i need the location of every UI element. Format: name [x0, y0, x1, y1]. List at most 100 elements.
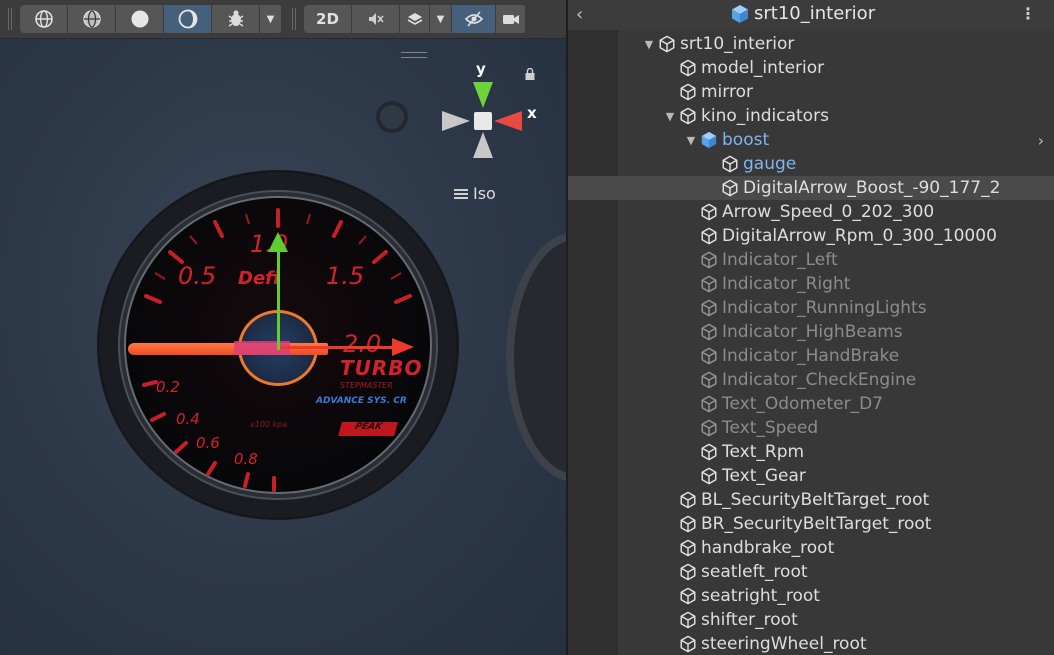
gameobject-cube-icon — [701, 395, 717, 413]
hierarchy-item[interactable]: ▼ kino_indicators — [568, 104, 1054, 128]
hierarchy-item[interactable]: Text_Odometer_D7 — [568, 392, 1054, 416]
gauge-mark-0-5: 0.5 — [178, 262, 217, 290]
hierarchy-item[interactable]: DigitalArrow_Rpm_0_300_10000 — [568, 224, 1054, 248]
hierarchy-item[interactable]: Indicator_Right — [568, 272, 1054, 296]
move-handle-x[interactable] — [280, 346, 398, 349]
prefab-cube-icon — [732, 4, 748, 23]
gameobject-cube-icon — [680, 491, 696, 509]
expand-arrow-icon[interactable]: ▼ — [682, 134, 700, 147]
hamburger-icon — [454, 187, 468, 201]
gizmo-y-label: y — [476, 60, 486, 78]
move-handle-y-arrow[interactable] — [268, 232, 288, 252]
hierarchy-item[interactable]: Indicator_RunningLights — [568, 296, 1054, 320]
hierarchy-item-label: steeringWheel_root — [701, 634, 867, 654]
gameobject-cube-icon — [701, 371, 717, 389]
prefab-breadcrumb-bar: ‹ srt10_interior ⋮ — [568, 0, 1054, 30]
gauge-mark-0-4: 0.4 — [176, 410, 200, 428]
gameobject-cube-icon — [701, 323, 717, 341]
gizmo-center-cube[interactable] — [474, 112, 492, 130]
hierarchy-item-label: srt10_interior — [680, 34, 795, 54]
hierarchy-item-label: shifter_root — [701, 610, 798, 630]
hierarchy-item[interactable]: BL_SecurityBeltTarget_root — [568, 488, 1054, 512]
hierarchy-item[interactable]: handbrake_root — [568, 536, 1054, 560]
hierarchy-item[interactable]: ▼ boost › — [568, 128, 1054, 152]
gauge-line2: ADVANCE SYS. CR — [316, 396, 407, 406]
hierarchy-item[interactable]: ▼ srt10_interior — [568, 32, 1054, 56]
hierarchy-item[interactable]: Indicator_HighBeams — [568, 320, 1054, 344]
gameobject-cube-icon — [701, 419, 717, 437]
hierarchy-item-label: gauge — [743, 154, 797, 174]
gizmo-x-label: x — [527, 104, 537, 122]
hierarchy-item[interactable]: DigitalArrow_Boost_-90_177_2 — [568, 176, 1054, 200]
move-handle-y[interactable] — [277, 236, 280, 350]
gameobject-cube-icon — [680, 83, 696, 101]
hierarchy-item[interactable]: Indicator_Left — [568, 248, 1054, 272]
gameobject-cube-icon — [659, 35, 675, 53]
hierarchy-item[interactable]: seatright_root — [568, 584, 1054, 608]
gauge-unit: x100 kpa — [250, 420, 288, 429]
gauge-mark-0-6: 0.6 — [196, 434, 220, 452]
gauge-brand: Defi — [238, 268, 280, 289]
prefab-title: srt10_interior — [730, 3, 875, 24]
hierarchy-item[interactable]: BR_SecurityBeltTarget_root — [568, 512, 1054, 536]
hierarchy-item[interactable]: Indicator_HandBrake — [568, 344, 1054, 368]
hierarchy-item[interactable]: Arrow_Speed_0_202_300 — [568, 200, 1054, 224]
hierarchy-item[interactable]: Text_Speed — [568, 416, 1054, 440]
hierarchy-item-label: Indicator_HandBrake — [722, 346, 900, 366]
gauge-model: TURBO — [340, 356, 423, 380]
hierarchy-item[interactable]: model_interior — [568, 56, 1054, 80]
gameobject-cube-icon — [680, 107, 696, 125]
gauge-mark-2-0: 2.0 — [343, 330, 382, 358]
hierarchy-panel: ‹ srt10_interior ⋮ ▼ srt10_interior model_… — [566, 0, 1054, 655]
gizmo-x-cone[interactable] — [494, 111, 522, 131]
gauge-line1: STEPMASTER — [340, 381, 393, 390]
projection-toggle[interactable]: Iso — [454, 184, 496, 203]
gauge-needle[interactable] — [128, 343, 328, 355]
hierarchy-tree: ▼ srt10_interior model_interior mirror ▼ kino… — [568, 32, 1054, 655]
hierarchy-item-label: Arrow_Speed_0_202_300 — [722, 202, 935, 222]
hierarchy-item-label: seatright_root — [701, 586, 820, 606]
gameobject-cube-icon — [701, 251, 717, 269]
hierarchy-item[interactable]: shifter_root — [568, 608, 1054, 632]
hierarchy-item[interactable]: Text_Rpm — [568, 440, 1054, 464]
hierarchy-item[interactable]: mirror — [568, 80, 1054, 104]
gauge-mark-1-5: 1.5 — [326, 262, 365, 290]
prefab-title-label: srt10_interior — [754, 3, 876, 24]
hierarchy-item-label: Text_Gear — [722, 466, 806, 486]
hierarchy-item-label: DigitalArrow_Boost_-90_177_2 — [743, 178, 1001, 198]
gameobject-cube-icon — [701, 227, 717, 245]
hierarchy-item[interactable]: steeringWheel_root — [568, 632, 1054, 655]
lock-icon[interactable] — [524, 68, 536, 80]
hierarchy-item-label: Indicator_HighBeams — [722, 322, 903, 342]
hierarchy-item-label: Text_Rpm — [722, 442, 805, 462]
gameobject-cube-icon — [701, 203, 717, 221]
prefab-cube-icon — [701, 131, 717, 149]
hierarchy-item[interactable]: seatleft_root — [568, 560, 1054, 584]
gameobject-cube-icon — [701, 347, 717, 365]
gizmo-neg-x-cone[interactable] — [442, 111, 470, 131]
back-arrow-icon[interactable]: ‹ — [576, 4, 583, 25]
hierarchy-item[interactable]: Indicator_CheckEngine — [568, 368, 1054, 392]
move-handle-x-arrow[interactable] — [392, 338, 414, 356]
expand-arrow-icon[interactable]: ▼ — [661, 110, 679, 123]
gizmo-y-cone[interactable] — [473, 82, 493, 108]
gameobject-cube-icon — [701, 275, 717, 293]
hierarchy-item[interactable]: Text_Gear — [568, 464, 1054, 488]
gameobject-cube-icon — [680, 635, 696, 653]
hierarchy-item[interactable]: gauge — [568, 152, 1054, 176]
kebab-menu-icon[interactable]: ⋮ — [1020, 4, 1036, 23]
gameobject-cube-icon — [680, 587, 696, 605]
hierarchy-item-label: BL_SecurityBeltTarget_root — [701, 490, 930, 510]
expand-arrow-icon[interactable]: ▼ — [640, 38, 658, 51]
gameobject-cube-icon — [701, 443, 717, 461]
gameobject-cube-icon — [680, 611, 696, 629]
hierarchy-item-label: Text_Odometer_D7 — [722, 394, 883, 414]
gameobject-cube-icon — [701, 467, 717, 485]
gameobject-cube-icon — [680, 539, 696, 557]
scene-view[interactable]: ▼ 2D ▼ 1.0 0.5 1.5 2.0 Defi 0.2 0.4 0.6 … — [0, 0, 566, 655]
gizmo-neg-y-cone[interactable] — [473, 132, 493, 158]
hierarchy-item-label: DigitalArrow_Rpm_0_300_10000 — [722, 226, 997, 246]
gauge-peak-badge: PEAK — [338, 422, 398, 436]
open-prefab-chevron-icon[interactable]: › — [1038, 131, 1044, 150]
hierarchy-item-label: Indicator_RunningLights — [722, 298, 927, 318]
